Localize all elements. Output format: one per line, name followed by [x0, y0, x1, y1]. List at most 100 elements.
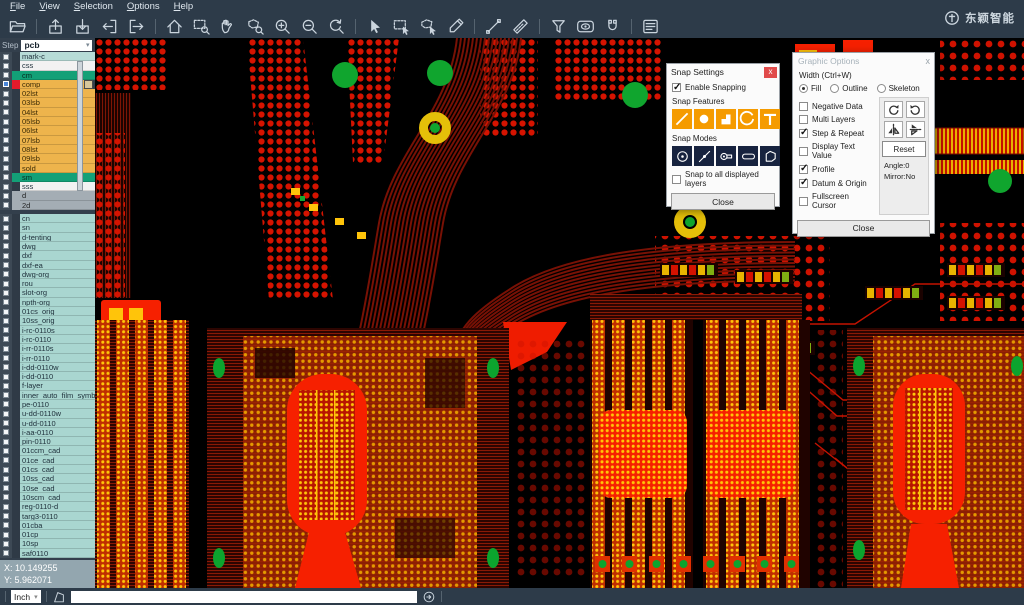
layer-color-swatch[interactable]	[12, 446, 20, 455]
layer-color-swatch[interactable]	[12, 223, 20, 232]
select-rectangle-button[interactable]	[389, 15, 414, 37]
layer-visibility-checkbox[interactable]	[0, 493, 12, 502]
snap-mode-hole-button[interactable]	[716, 146, 736, 166]
layer-visibility-checkbox[interactable]	[0, 98, 12, 107]
layer-row[interactable]: 01cs_orig	[0, 307, 95, 316]
layer-color-swatch[interactable]	[12, 363, 20, 372]
reset-button[interactable]: Reset	[882, 141, 926, 157]
layer-color-swatch[interactable]	[12, 344, 20, 353]
layer-visibility-checkbox[interactable]	[0, 354, 12, 363]
graphic-option-multi-layers[interactable]: Multi Layers	[799, 115, 875, 124]
layer-row[interactable]: i-dd-0110	[0, 372, 95, 381]
layer-row[interactable]: rou	[0, 279, 95, 288]
layer-visibility-checkbox[interactable]	[0, 71, 12, 80]
checkbox-icon[interactable]	[799, 165, 808, 174]
layer-color-swatch[interactable]	[12, 335, 20, 344]
layer-color-swatch[interactable]	[12, 117, 20, 126]
layer-color-swatch[interactable]	[12, 316, 20, 325]
layer-visibility-checkbox[interactable]	[0, 251, 12, 260]
layer-visibility-checkbox[interactable]	[0, 108, 12, 117]
layer-row[interactable]: u-dd-0110	[0, 419, 95, 428]
layer-visibility-checkbox[interactable]	[0, 335, 12, 344]
layer-color-swatch[interactable]	[12, 108, 20, 117]
snap-mode-center-button[interactable]	[672, 146, 692, 166]
layer-row[interactable]: cn	[0, 214, 95, 223]
layer-color-swatch[interactable]	[12, 164, 20, 173]
layer-visibility-checkbox[interactable]	[0, 61, 12, 70]
layer-visibility-checkbox[interactable]	[0, 191, 12, 200]
layer-row[interactable]: dxf-ea	[0, 261, 95, 270]
layer-color-swatch[interactable]	[12, 201, 20, 210]
layer-flag-icon[interactable]	[84, 80, 93, 89]
layer-row[interactable]: 01ccm_cad	[0, 446, 95, 455]
layer-color-swatch[interactable]	[12, 512, 20, 521]
layer-visibility-checkbox[interactable]	[0, 307, 12, 316]
menu-item-options[interactable]: Options	[120, 0, 167, 14]
layer-row[interactable]: u-dd-0110w	[0, 409, 95, 418]
layer-visibility-checkbox[interactable]	[0, 465, 12, 474]
layer-color-swatch[interactable]	[12, 428, 20, 437]
select-polygon-button[interactable]	[416, 15, 441, 37]
layer-visibility-checkbox[interactable]	[0, 201, 12, 210]
checkbox-icon[interactable]	[799, 102, 808, 111]
snap-all-layers-checkbox-row[interactable]: Snap to all displayed layers	[672, 170, 774, 188]
layer-color-swatch[interactable]	[12, 465, 20, 474]
layer-row[interactable]: 01cs_cad	[0, 465, 95, 474]
snap-mode-surface-button[interactable]	[760, 146, 780, 166]
layer-row[interactable]: dwg	[0, 242, 95, 251]
layer-color-swatch[interactable]	[12, 437, 20, 446]
layer-color-swatch[interactable]	[12, 474, 20, 483]
layer-row[interactable]: dxf	[0, 251, 95, 260]
layer-list-scrollbar[interactable]	[77, 61, 83, 191]
menu-item-file[interactable]: File	[3, 0, 32, 14]
filter-button[interactable]	[546, 15, 571, 37]
layer-visibility-checkbox[interactable]	[0, 223, 12, 232]
checkbox-icon[interactable]	[799, 129, 808, 138]
layer-row[interactable]: mark-c	[0, 52, 95, 61]
layer-visibility-checkbox[interactable]	[0, 182, 12, 191]
layer-visibility-checkbox[interactable]	[0, 437, 12, 446]
zoom-window-button[interactable]	[189, 15, 214, 37]
layer-color-swatch[interactable]	[12, 126, 20, 135]
snap-mode-point-button[interactable]	[694, 146, 714, 166]
home-view-button[interactable]	[162, 15, 187, 37]
layer-color-swatch[interactable]	[12, 98, 20, 107]
layer-visibility-checkbox[interactable]	[0, 270, 12, 279]
layer-row[interactable]: sn	[0, 223, 95, 232]
layer-visibility-checkbox[interactable]	[0, 298, 12, 307]
zoom-out-button[interactable]	[297, 15, 322, 37]
layer-row[interactable]: 10ss_cad	[0, 474, 95, 483]
layer-row[interactable]: saf0110	[0, 549, 95, 558]
export-right-button[interactable]	[124, 15, 149, 37]
layer-visibility-checkbox[interactable]	[0, 173, 12, 182]
pan-button[interactable]	[216, 15, 241, 37]
layer-visibility-checkbox[interactable]	[0, 126, 12, 135]
layer-row[interactable]: dwg-org	[0, 270, 95, 279]
layer-row[interactable]: d	[0, 191, 95, 200]
layer-row[interactable]: slot-org	[0, 288, 95, 297]
snap-feature-arc-button[interactable]	[738, 109, 758, 129]
layer-visibility-checkbox[interactable]	[0, 164, 12, 173]
layer-color-swatch[interactable]	[12, 484, 20, 493]
layer-color-swatch[interactable]	[12, 400, 20, 409]
checkbox-icon[interactable]	[799, 179, 808, 188]
layer-row[interactable]: pe-0110	[0, 400, 95, 409]
layer-row[interactable]: 01cp	[0, 530, 95, 539]
layer-color-swatch[interactable]	[12, 521, 20, 530]
menu-item-help[interactable]: Help	[167, 0, 201, 14]
snap-feature-line-button[interactable]	[672, 109, 692, 129]
layer-color-swatch[interactable]	[12, 298, 20, 307]
layer-visibility-checkbox[interactable]	[0, 391, 12, 400]
snap-all-layers-checkbox[interactable]	[672, 175, 681, 184]
layer-visibility-checkbox[interactable]	[0, 400, 12, 409]
layer-row[interactable]: i-dd-0110w	[0, 363, 95, 372]
layer-visibility-checkbox[interactable]	[0, 502, 12, 511]
radio-icon[interactable]	[877, 84, 886, 93]
layer-visibility-checkbox[interactable]	[0, 117, 12, 126]
layer-visibility-checkbox[interactable]	[0, 456, 12, 465]
layer-color-swatch[interactable]	[12, 214, 20, 223]
layer-color-swatch[interactable]	[12, 372, 20, 381]
enable-snapping-checkbox[interactable]	[672, 83, 681, 92]
layer-visibility-checkbox[interactable]	[0, 242, 12, 251]
layer-row[interactable]: d-tenting	[0, 233, 95, 242]
